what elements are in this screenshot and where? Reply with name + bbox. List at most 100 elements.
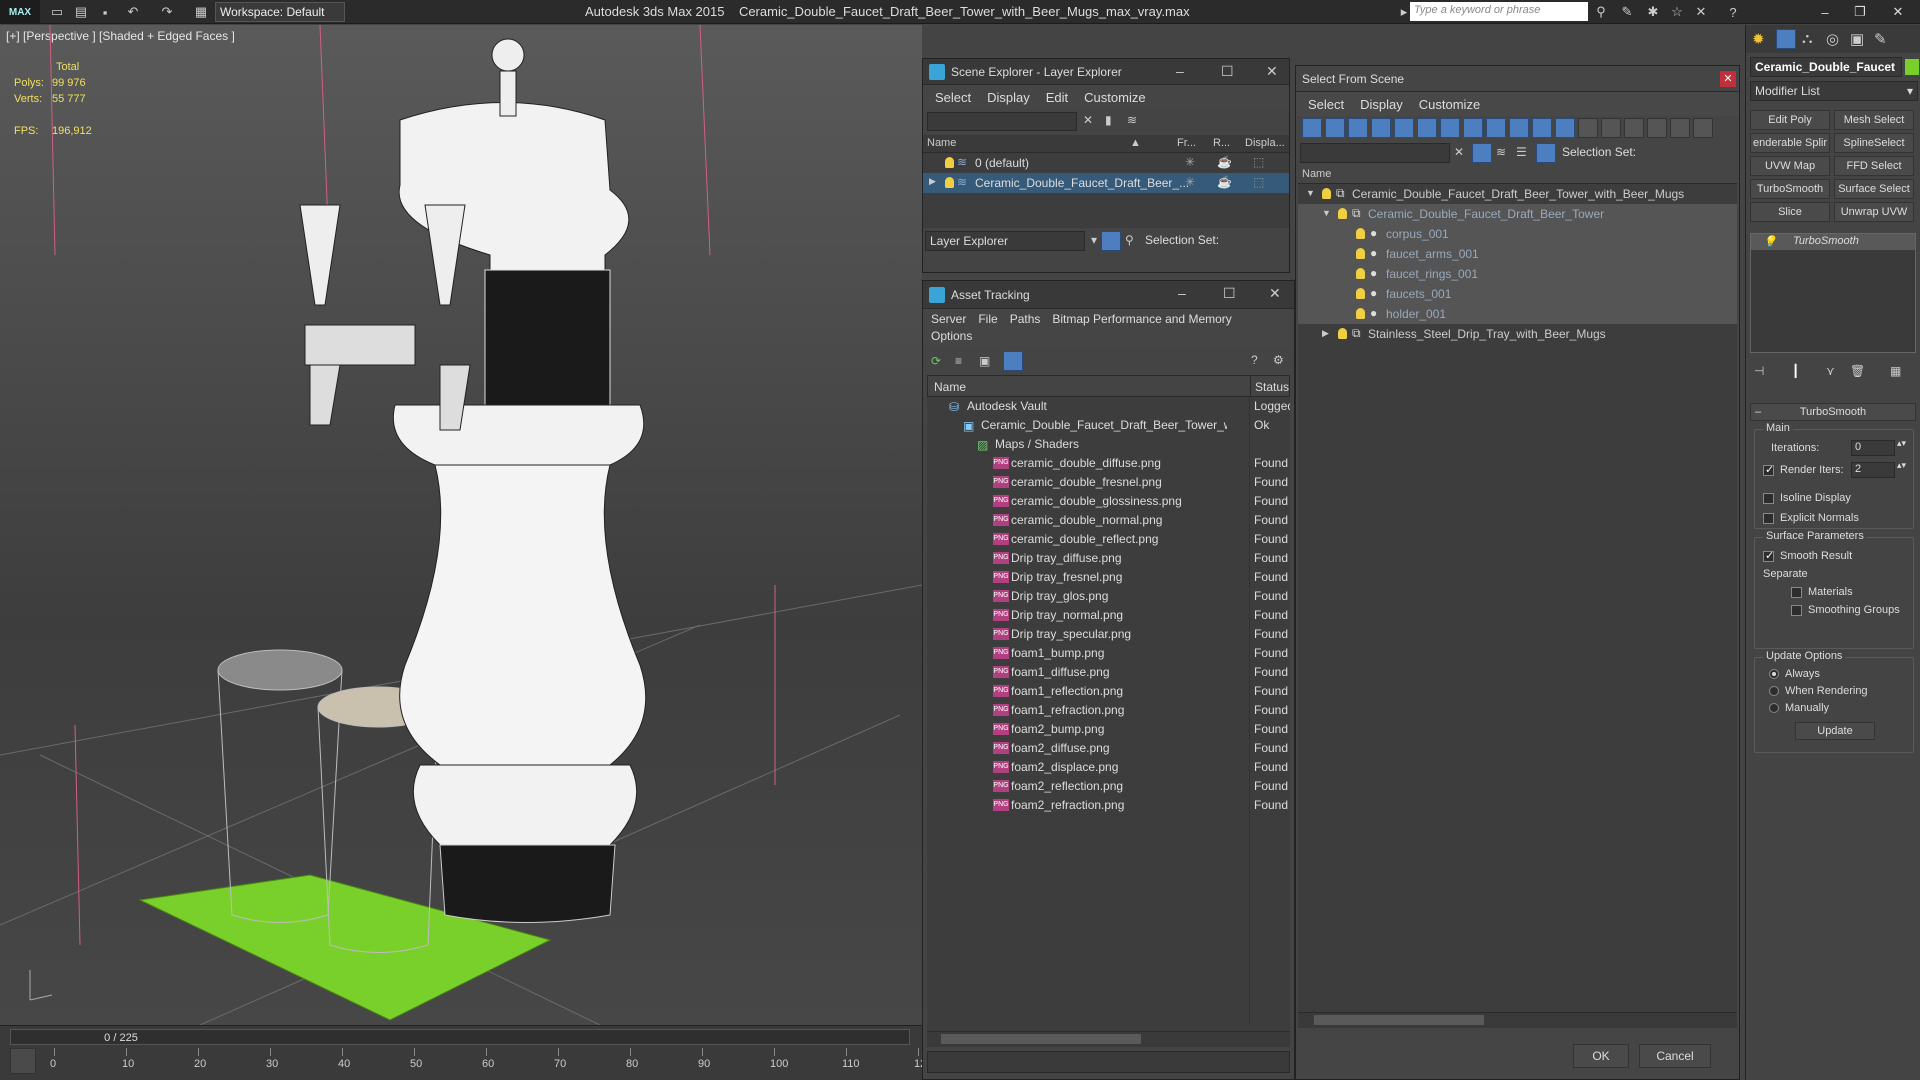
spinner-arrows-icon[interactable]: ▴▾ xyxy=(1897,438,1906,449)
sfs-menu-item[interactable]: Customize xyxy=(1419,97,1480,112)
asset-row[interactable]: ▣ Ceramic_Double_Faucet_Draft_Beer_Tower_… xyxy=(927,416,1290,435)
col-sort-icon[interactable]: ▲ xyxy=(1130,137,1141,149)
render-iters-checkbox[interactable] xyxy=(1763,463,1774,476)
workspace-dropdown[interactable]: Workspace: Default xyxy=(215,2,345,22)
favorites-icon[interactable]: ☆ xyxy=(1668,3,1686,21)
scene-explorer-titlebar[interactable]: Scene Explorer - Layer Explorer – ☐ ✕ xyxy=(923,59,1289,85)
scene-tree-row[interactable]: ● faucets_001 xyxy=(1298,284,1737,304)
se-menu-customize[interactable]: Customize xyxy=(1084,90,1145,105)
col-display[interactable]: Displa... xyxy=(1245,137,1285,149)
filter-icon[interactable] xyxy=(1472,143,1492,163)
frame-counter[interactable]: 0 / 225 xyxy=(61,1032,181,1046)
modifier-list-dropdown[interactable]: Modifier List ▾ xyxy=(1750,81,1918,101)
smoothing-groups-row[interactable]: Smoothing Groups xyxy=(1791,604,1900,616)
maximize-icon[interactable]: ☐ xyxy=(1223,285,1236,302)
project-icon[interactable]: ▦ xyxy=(192,3,210,21)
smoothing-groups-checkbox[interactable] xyxy=(1791,604,1802,616)
asset-row[interactable]: PNG ceramic_double_reflect.png Found xyxy=(927,530,1290,549)
scene-tree-row[interactable]: ▶ ⧉ Stainless_Steel_Drip_Tray_with_Beer_Mu… xyxy=(1298,324,1737,344)
visibility-bulb-icon[interactable] xyxy=(1356,228,1365,239)
filter-hierarchy-icon[interactable] xyxy=(1670,118,1690,138)
filter-xrefs-icon[interactable] xyxy=(1463,118,1483,138)
object-name-field[interactable]: Ceramic_Double_Faucet xyxy=(1750,57,1902,77)
render-teapot-icon[interactable]: ☕ xyxy=(1217,175,1232,189)
modifier-button[interactable]: Edit Poly xyxy=(1750,110,1830,130)
se-menu-select[interactable]: Select xyxy=(935,90,971,105)
list-view-icon[interactable]: ≡ xyxy=(955,354,962,368)
isoline-checkbox[interactable] xyxy=(1763,492,1774,504)
at-menu-item[interactable]: Paths xyxy=(1010,312,1041,326)
image-view-icon[interactable]: ▣ xyxy=(979,354,990,368)
col-asset-name[interactable]: Name xyxy=(934,380,966,394)
filter-invert-icon[interactable] xyxy=(1624,118,1644,138)
asset-row[interactable]: PNG ceramic_double_fresnel.png Found xyxy=(927,473,1290,492)
hierarchy-icon[interactable]: ⚲ xyxy=(1125,233,1134,247)
restore-icon[interactable]: ❐ xyxy=(1840,0,1880,24)
close-search-icon[interactable]: ✕ xyxy=(1692,3,1710,21)
expand-arrow-icon[interactable]: ▶ xyxy=(929,176,936,187)
layer-icon[interactable]: ≋ xyxy=(1127,113,1137,127)
asset-row[interactable]: PNG foam1_bump.png Found xyxy=(927,644,1290,663)
at-menu-item[interactable]: Bitmap Performance and Memory xyxy=(1052,312,1231,326)
minimize-icon[interactable]: – xyxy=(1178,285,1186,301)
visibility-bulb-icon[interactable] xyxy=(1338,328,1347,339)
make-unique-icon[interactable]: ⋎ xyxy=(1826,364,1835,378)
key-filter-icon[interactable] xyxy=(10,1048,36,1074)
scene-tree-row[interactable]: ● holder_001 xyxy=(1298,304,1737,324)
manually-row[interactable]: Manually xyxy=(1769,702,1829,714)
asset-row[interactable]: PNG ceramic_double_diffuse.png Found xyxy=(927,454,1290,473)
asset-row[interactable]: PNG ceramic_double_normal.png Found xyxy=(927,511,1290,530)
asset-row[interactable]: PNG foam2_displace.png Found xyxy=(927,758,1290,777)
create-tab-icon[interactable]: ✹ xyxy=(1752,30,1765,48)
asset-row[interactable]: PNG foam1_diffuse.png Found xyxy=(927,663,1290,682)
modifier-button[interactable]: Surface Select xyxy=(1834,179,1914,199)
tools-icon[interactable]: ✎ xyxy=(1618,3,1636,21)
new-file-icon[interactable]: ▭ xyxy=(48,3,66,21)
time-slider[interactable]: 0 / 225 xyxy=(10,1029,910,1045)
display-box-icon[interactable]: ⬚ xyxy=(1253,175,1264,189)
scene-explorer-search-input[interactable] xyxy=(927,112,1077,131)
clear-icon[interactable]: ✕ xyxy=(1083,113,1093,127)
object-color-swatch[interactable] xyxy=(1905,59,1919,75)
materials-checkbox[interactable] xyxy=(1791,586,1802,598)
asset-horizontal-scrollbar[interactable] xyxy=(927,1031,1290,1047)
maximize-icon[interactable]: ☐ xyxy=(1221,63,1234,80)
materials-row[interactable]: Materials xyxy=(1791,586,1853,598)
filter-cameras-icon[interactable] xyxy=(1371,118,1391,138)
visibility-bulb-icon[interactable] xyxy=(1356,288,1365,299)
cancel-button[interactable]: Cancel xyxy=(1639,1044,1711,1068)
always-radio[interactable] xyxy=(1769,669,1779,680)
modifier-button[interactable]: TurboSmooth xyxy=(1750,179,1830,199)
help-icon[interactable]: ? xyxy=(1724,3,1742,21)
binoculars-icon[interactable]: ⚲ xyxy=(1592,3,1610,21)
visibility-bulb-icon[interactable] xyxy=(1356,268,1365,279)
close-icon[interactable]: ✕ xyxy=(1266,63,1278,80)
asset-row[interactable]: ▨ Maps / Shaders xyxy=(927,435,1290,454)
asset-row[interactable]: PNG Drip tray_specular.png Found xyxy=(927,625,1290,644)
smooth-result-checkbox[interactable] xyxy=(1763,549,1774,562)
bulb-icon[interactable]: 💡 xyxy=(1763,235,1777,248)
asset-row[interactable]: PNG Drip tray_normal.png Found xyxy=(927,606,1290,625)
filter-particles-icon[interactable] xyxy=(1532,118,1552,138)
layer-label[interactable]: Ceramic_Double_Faucet_Draft_Beer_... xyxy=(975,176,1189,190)
settings-icon[interactable]: ⚙ xyxy=(1273,353,1284,367)
track-bar[interactable]: 0 10 20 30 40 50 60 70 80 90 100 110 12 xyxy=(50,1048,926,1078)
smooth-result-row[interactable]: Smooth Result xyxy=(1763,549,1852,562)
layer-row[interactable]: ▶ ≋ Ceramic_Double_Faucet_Draft_Beer_... ✳ ☕… xyxy=(923,173,1289,193)
minimize-icon[interactable]: – xyxy=(1805,0,1845,24)
modifier-button[interactable]: Mesh Select xyxy=(1834,110,1914,130)
close-icon[interactable]: ✕ xyxy=(1269,285,1281,302)
render-teapot-icon[interactable]: ☕ xyxy=(1217,155,1232,169)
at-menu-item[interactable]: Server xyxy=(931,312,966,326)
sfs-menu-item[interactable]: Select xyxy=(1308,97,1344,112)
configure-icon[interactable]: ▦ xyxy=(1890,364,1901,378)
motion-tab-icon[interactable]: ◎ xyxy=(1826,30,1839,48)
modifier-button[interactable]: Unwrap UVW xyxy=(1834,202,1914,222)
sfs-col-name[interactable]: Name xyxy=(1302,168,1331,180)
expand-arrow-icon[interactable]: ▼ xyxy=(1322,208,1331,218)
perspective-viewport[interactable]: [+] [Perspective ] [Shaded + Edged Faces… xyxy=(0,25,922,1025)
filter-none-icon[interactable] xyxy=(1601,118,1621,138)
at-menu-item[interactable]: File xyxy=(978,312,997,326)
render-iters-spinner[interactable]: 2 xyxy=(1851,462,1895,478)
visibility-bulb-icon[interactable] xyxy=(1356,308,1365,319)
